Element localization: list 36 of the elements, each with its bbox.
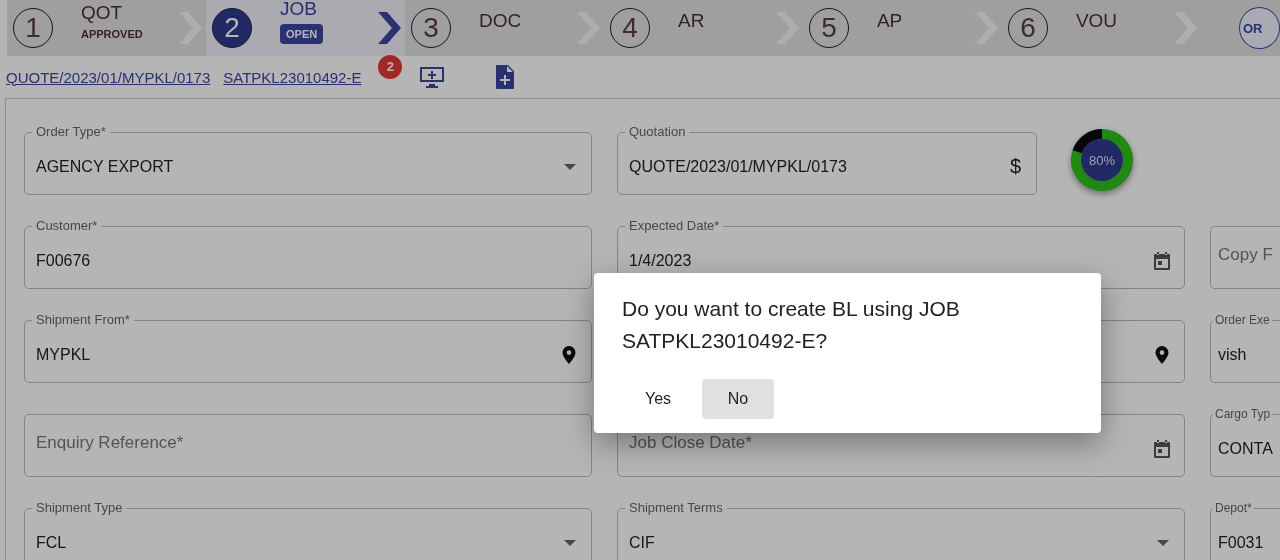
field-label: Shipment Terms <box>625 501 727 515</box>
currency-symbol: $ <box>1009 155 1021 178</box>
step-title: VOU <box>1075 10 1118 32</box>
field-label: Expected Date* <box>625 219 724 233</box>
step-title: QOT <box>81 2 123 24</box>
placeholder-text: Enquiry Reference* <box>36 432 185 453</box>
step-title: JOB <box>280 0 317 20</box>
progress-label: 80% <box>1089 153 1115 168</box>
step-number: 2 <box>212 8 252 48</box>
step-title: AR <box>677 10 705 32</box>
field-label: Quotation <box>625 125 690 139</box>
field-value: CIF <box>629 533 656 552</box>
field-value: 1/4/2023 <box>629 251 693 270</box>
status-badge: OPEN <box>280 24 324 44</box>
field-label: Order Exe <box>1213 313 1272 327</box>
step-title: DOC <box>478 10 522 32</box>
field-label: Customer* <box>32 219 102 233</box>
field-value: QUOTE/2023/01/MYPKL/0173 <box>629 157 848 176</box>
field-value: vish <box>1218 345 1248 364</box>
field-value: CONTA <box>1218 439 1274 458</box>
placeholder-text: Copy F <box>1218 244 1274 265</box>
field-value: F00676 <box>36 251 92 270</box>
placeholder-text: Job Close Date* <box>629 432 753 453</box>
field-value: F0031 <box>1218 533 1265 552</box>
dialog-message: Do you want to create BL using JOB SATPKL23010492-E? <box>622 296 961 354</box>
field-label: Order Type* <box>32 125 110 139</box>
count-badge: 2 <box>378 54 403 79</box>
field-label: Shipment From* <box>32 313 134 327</box>
field-value: MYPKL <box>36 345 92 364</box>
field-value: FCL <box>36 533 68 552</box>
step-title: AP <box>876 10 903 32</box>
field-value: AGENCY EXPORT <box>36 157 175 176</box>
field-label: Shipment Type <box>32 501 127 515</box>
field-label: Depot* <box>1213 501 1254 515</box>
field-label: Cargo Typ <box>1213 407 1273 421</box>
status-text: APPROVED <box>81 28 143 40</box>
